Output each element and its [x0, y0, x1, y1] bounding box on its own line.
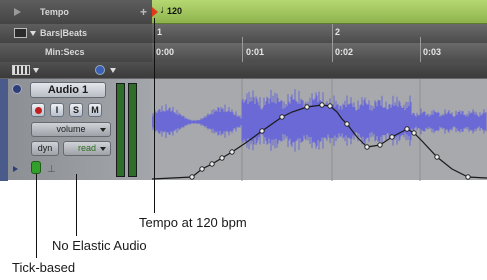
elastic-callout-line: [76, 174, 77, 236]
tick-based-timebase-icon[interactable]: [31, 161, 41, 174]
dropdown-triangle-icon[interactable]: [110, 68, 116, 73]
track-view-menu-icon[interactable]: [12, 65, 30, 75]
solo-button[interactable]: S: [69, 103, 83, 117]
tempo-ruler[interactable]: ♩ 120: [152, 0, 487, 24]
tempo-callout: Tempo at 120 bpm: [139, 215, 247, 230]
track-level-meter: [128, 83, 137, 177]
bars-ruler-header: Bars|Beats: [0, 24, 152, 43]
track-view-selector[interactable]: volume: [31, 122, 111, 137]
automation-mode-label: read: [77, 143, 96, 153]
mute-button[interactable]: M: [88, 103, 102, 117]
dyn-label: dyn: [37, 143, 53, 153]
timebase-clock-icon[interactable]: [95, 65, 105, 75]
minsecs-ruler[interactable]: 0:00 0:01 0:02 0:03: [152, 43, 487, 62]
tick-callout-line: [36, 174, 37, 258]
dropdown-triangle-icon[interactable]: [33, 68, 39, 73]
tracks-header: [0, 62, 487, 78]
record-enable-button[interactable]: [31, 103, 45, 117]
tick-callout: Tick-based: [12, 260, 76, 275]
dropdown-triangle-icon[interactable]: [30, 31, 36, 36]
minsecs-ruler-header: Min:Secs: [0, 43, 152, 62]
bars-ruler-label: Bars|Beats: [40, 28, 88, 38]
track-color-strip: [0, 79, 8, 181]
bar-tick-label: 1: [157, 27, 163, 37]
elastic-audio-selector-icon[interactable]: ⊥: [47, 164, 56, 175]
tempo-ruler-header: Tempo +: [0, 0, 152, 24]
expand-triangle-icon[interactable]: [13, 166, 18, 172]
time-tick-label: 0:03: [423, 47, 442, 57]
time-tick-label: 0:02: [335, 47, 354, 57]
playlist-lane[interactable]: [152, 78, 487, 181]
track-header: Audio 1 I S M volume dyn read ⊥: [0, 78, 152, 181]
track-name-field[interactable]: Audio 1: [30, 82, 106, 98]
ruler-menu-icon[interactable]: [14, 28, 27, 38]
tempo-callout-line: [154, 18, 155, 213]
tempo-marker-icon[interactable]: [152, 7, 158, 17]
minsecs-ruler-label: Min:Secs: [45, 47, 85, 57]
bars-ruler[interactable]: 1 2: [152, 24, 487, 43]
audio-waveform: [152, 89, 487, 152]
waveform-automation-canvas: [152, 79, 487, 181]
dyn-button[interactable]: dyn: [31, 141, 59, 156]
track-level-meter: [116, 83, 125, 177]
elastic-callout: No Elastic Audio: [52, 238, 147, 253]
add-tempo-icon[interactable]: +: [140, 5, 147, 19]
bar-tick-label: 2: [335, 27, 341, 37]
automation-mode-selector[interactable]: read: [63, 141, 111, 156]
input-monitor-button[interactable]: I: [50, 103, 64, 117]
chevron-down-icon: [100, 147, 106, 151]
track-name: Audio 1: [47, 84, 89, 96]
time-tick-label: 0:01: [246, 47, 265, 57]
tempo-ruler-label: Tempo: [40, 7, 69, 17]
waveform-path: [152, 89, 487, 152]
chevron-down-icon: [100, 128, 106, 132]
track-view-label: volume: [56, 124, 86, 134]
record-dot-icon: [34, 107, 42, 115]
track-options-icon[interactable]: [12, 84, 22, 94]
tempo-value: 120: [167, 6, 183, 16]
time-tick-label: 0:00: [156, 47, 175, 57]
expand-triangle-icon[interactable]: [14, 8, 21, 16]
